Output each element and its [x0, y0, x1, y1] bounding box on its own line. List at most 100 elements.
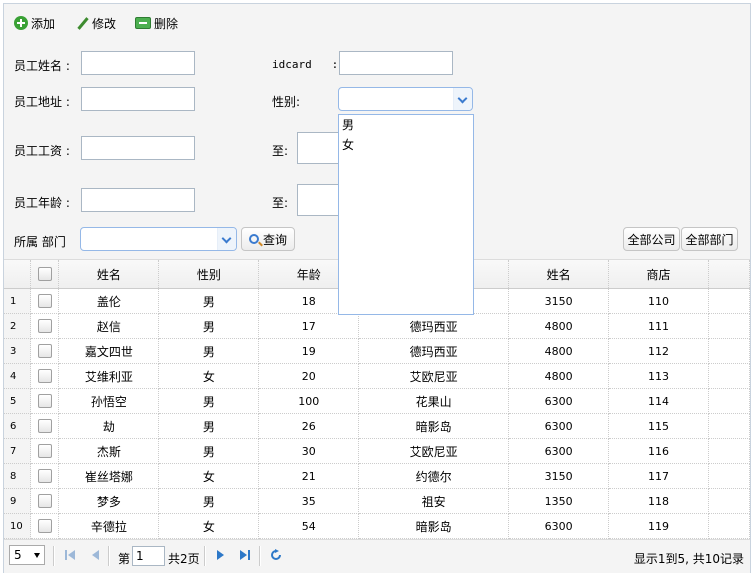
row-number: 3: [4, 338, 32, 364]
table-cell: 100: [258, 388, 360, 414]
table-cell: 男: [158, 288, 260, 314]
row-checkbox[interactable]: [37, 469, 52, 483]
table-cell: 20: [258, 363, 360, 389]
row-select-cell[interactable]: [30, 363, 60, 389]
table-cell: 54: [258, 513, 360, 539]
table-cell: 110: [608, 288, 709, 314]
idcard-input[interactable]: [339, 51, 453, 75]
row-checkbox[interactable]: [37, 444, 52, 458]
add-button[interactable]: 添加: [14, 14, 55, 32]
column-header[interactable]: 性别: [158, 260, 260, 289]
department-select[interactable]: [80, 227, 237, 251]
delete-button[interactable]: 删除: [135, 14, 178, 32]
address-input[interactable]: [81, 87, 195, 111]
row-select-cell[interactable]: [30, 463, 60, 489]
chevron-down-icon[interactable]: [453, 88, 472, 110]
table-row[interactable]: 6 劫男 26 暗影岛 6300 115: [4, 413, 751, 439]
all-department-button[interactable]: 全部部门: [681, 227, 738, 251]
gender-option-female[interactable]: 女: [339, 135, 473, 155]
select-all-checkbox[interactable]: [37, 267, 52, 282]
table-cell: 112: [608, 338, 709, 364]
row-select-cell[interactable]: [30, 413, 60, 439]
refresh-icon[interactable]: [270, 549, 282, 561]
table-cell: 杰斯: [58, 438, 160, 464]
column-header[interactable]: 姓名: [508, 260, 610, 289]
table-cell: 26: [258, 413, 360, 439]
table-cell: 花果山: [358, 388, 510, 414]
row-select-cell[interactable]: [30, 338, 60, 364]
table-cell: 119: [608, 513, 709, 539]
table-cell: 35: [258, 488, 360, 514]
row-checkbox[interactable]: [37, 319, 52, 333]
table-cell: 115: [608, 413, 709, 439]
row-checkbox[interactable]: [37, 394, 52, 408]
table-row[interactable]: 7 杰斯男 30 艾欧尼亚 6300 116: [4, 438, 751, 464]
previous-page-icon[interactable]: [89, 549, 101, 561]
name-input[interactable]: [81, 51, 195, 75]
row-select-cell[interactable]: [30, 513, 60, 539]
row-number: 5: [4, 388, 32, 414]
row-checkbox[interactable]: [37, 519, 52, 533]
next-page-icon[interactable]: [215, 549, 227, 561]
table-cell: 赵信: [58, 313, 160, 339]
table-row[interactable]: 4 艾维利亚女 20 艾欧尼亚 4800 113: [4, 363, 751, 389]
table-cell: 6300: [508, 413, 610, 439]
salary-min-input[interactable]: [81, 136, 195, 160]
column-header[interactable]: 姓名: [58, 260, 160, 289]
table-cell: 17: [258, 313, 360, 339]
table-cell: 暗影岛: [358, 413, 510, 439]
all-company-button[interactable]: 全部公司: [623, 227, 680, 251]
table-row[interactable]: 9 梦多男 35 祖安 1350 118: [4, 488, 751, 514]
row-number: 2: [4, 313, 32, 339]
table-cell: 盖伦: [58, 288, 160, 314]
department-label: 所属 部门: [14, 235, 66, 249]
row-select-cell[interactable]: [30, 288, 60, 314]
table-cell: 3150: [508, 463, 610, 489]
table-cell: 女: [158, 363, 260, 389]
row-select-cell[interactable]: [30, 313, 60, 339]
query-button[interactable]: 查询: [241, 227, 295, 251]
table-row[interactable]: 2 赵信男 17 德玛西亚 4800 111: [4, 313, 751, 339]
table-cell: 孙悟空: [58, 388, 160, 414]
column-header[interactable]: 商店: [608, 260, 709, 289]
row-select-cell[interactable]: [30, 388, 60, 414]
edit-button[interactable]: 修改: [75, 14, 116, 32]
table-cell: 男: [158, 338, 260, 364]
table-cell: 116: [608, 438, 709, 464]
row-number: 7: [4, 438, 32, 464]
filler-cell: [708, 488, 751, 514]
table-cell: 3150: [508, 288, 610, 314]
row-checkbox[interactable]: [37, 419, 52, 433]
salary-max-input[interactable]: [297, 132, 341, 164]
table-cell: 4800: [508, 338, 610, 364]
age-min-input[interactable]: [81, 188, 195, 212]
row-checkbox[interactable]: [37, 369, 52, 383]
row-select-cell[interactable]: [30, 438, 60, 464]
filler-cell: [708, 438, 751, 464]
table-row[interactable]: 5 孙悟空男 100 花果山 6300 114: [4, 388, 751, 414]
gender-option-male[interactable]: 男: [339, 115, 473, 135]
table-cell: 111: [608, 313, 709, 339]
employee-panel: 添加 修改 删除 员工姓名 : idcard : 员工地址 : 性别: 员工工资…: [3, 3, 751, 573]
page-number-input[interactable]: 1: [132, 546, 165, 566]
table-row[interactable]: 10 辛德拉女 54 暗影岛 6300 119: [4, 513, 751, 539]
first-page-icon[interactable]: [64, 549, 76, 561]
last-page-icon[interactable]: [239, 549, 251, 561]
row-checkbox[interactable]: [37, 494, 52, 508]
select-all-header[interactable]: [30, 260, 60, 289]
salary-to-label: 至:: [272, 144, 289, 158]
table-cell: 6300: [508, 388, 610, 414]
age-to-label: 至:: [272, 196, 289, 210]
table-row[interactable]: 3 嘉文四世男 19 德玛西亚 4800 112: [4, 338, 751, 364]
gender-select[interactable]: [338, 87, 473, 111]
row-checkbox[interactable]: [37, 294, 52, 308]
filler-header: [708, 260, 751, 289]
chevron-down-icon[interactable]: [217, 228, 236, 250]
page-size-select[interactable]: 5: [9, 545, 45, 565]
row-select-cell[interactable]: [30, 488, 60, 514]
age-label: 员工年龄 :: [14, 196, 70, 210]
row-checkbox[interactable]: [37, 344, 52, 358]
table-row[interactable]: 8 崔丝塔娜女 21 约德尔 3150 117: [4, 463, 751, 489]
row-number: 9: [4, 488, 32, 514]
age-max-input[interactable]: [297, 184, 341, 216]
